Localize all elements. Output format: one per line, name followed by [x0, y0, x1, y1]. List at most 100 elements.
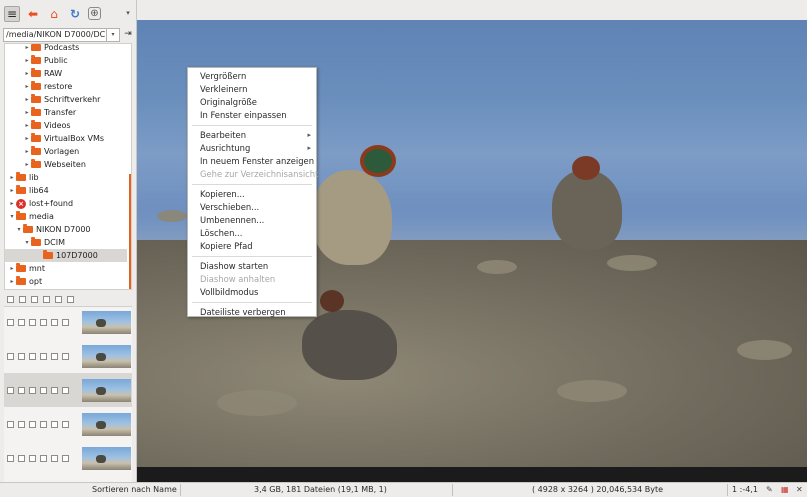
file-checkbox[interactable] — [29, 318, 36, 326]
file-checkbox[interactable] — [40, 352, 47, 360]
file-checkbox[interactable] — [29, 386, 36, 394]
image-thumbnail[interactable] — [82, 311, 131, 334]
file-checkbox[interactable] — [51, 386, 58, 394]
file-checkbox[interactable] — [18, 318, 25, 326]
menu-item[interactable]: In neuem Fenster anzeigen — [188, 155, 316, 168]
menu-item[interactable]: Kopiere Pfad — [188, 240, 316, 253]
file-checkbox[interactable] — [62, 386, 69, 394]
column-checkbox[interactable] — [67, 295, 74, 303]
menu-item[interactable]: Kopieren... — [188, 188, 316, 201]
tree-item[interactable]: ▸ RAW — [23, 67, 62, 80]
file-checkbox[interactable] — [51, 454, 58, 462]
tree-scrollbar[interactable] — [129, 174, 131, 289]
collapse-icon[interactable]: ▾ — [15, 226, 23, 233]
path-input[interactable]: /media/NIKON D7000/DC — [3, 28, 107, 42]
image-thumbnail[interactable] — [82, 345, 131, 368]
color-icon[interactable]: ▦ — [781, 483, 789, 497]
column-checkbox[interactable] — [43, 295, 50, 303]
menu-item[interactable]: Originalgröße — [188, 96, 316, 109]
expand-icon[interactable]: ▸ — [23, 135, 31, 142]
tree-item[interactable]: ▾ NIKON D7000 — [15, 223, 91, 236]
file-checkbox[interactable] — [40, 318, 47, 326]
image-thumbnail[interactable] — [82, 379, 131, 402]
file-checkbox[interactable] — [51, 420, 58, 428]
tree-item[interactable]: ▸ restore — [23, 80, 72, 93]
menu-item[interactable]: Dateiliste verbergen — [188, 306, 316, 319]
path-dropdown-icon[interactable]: ▾ — [107, 28, 120, 42]
file-checkbox[interactable] — [62, 352, 69, 360]
tree-item[interactable]: ▸ Videos — [23, 119, 71, 132]
image-thumbnail[interactable] — [82, 447, 131, 470]
menu-dropdown-icon[interactable]: ▾ — [120, 6, 136, 22]
reload-icon[interactable]: ↻ — [67, 6, 83, 22]
menu-item[interactable]: Umbenennen... — [188, 214, 316, 227]
expand-icon[interactable]: ▸ — [23, 148, 31, 155]
expand-icon[interactable]: ▸ — [23, 122, 31, 129]
tree-item[interactable]: ▸ mnt — [8, 262, 45, 275]
pick-icon[interactable]: ✎ — [766, 483, 773, 497]
menu-item[interactable]: Ausrichtung ▸ — [188, 142, 316, 155]
expand-icon[interactable]: ▸ — [23, 57, 31, 64]
close-icon[interactable]: ✕ — [796, 483, 803, 497]
expand-icon[interactable]: ▸ — [23, 161, 31, 168]
file-checkbox[interactable] — [18, 386, 25, 394]
sort-button[interactable]: Sortieren nach Name — [92, 483, 177, 497]
file-checkbox[interactable] — [62, 318, 69, 326]
collapse-icon[interactable]: ▾ — [23, 239, 31, 246]
file-checkbox[interactable] — [7, 420, 14, 428]
file-list[interactable] — [4, 306, 132, 482]
expand-icon[interactable]: ▸ — [8, 174, 16, 181]
file-checkbox[interactable] — [51, 352, 58, 360]
file-checkbox[interactable] — [29, 352, 36, 360]
list-view-icon[interactable]: ≡ — [4, 5, 20, 22]
path-go-icon[interactable]: ⇥ — [122, 28, 134, 42]
file-checkbox[interactable] — [18, 454, 25, 462]
file-checkbox[interactable] — [40, 386, 47, 394]
menu-item[interactable]: Bearbeiten ▸ — [188, 129, 316, 142]
file-checkbox[interactable] — [18, 420, 25, 428]
tree-item[interactable]: ▸ VirtualBox VMs — [23, 132, 104, 145]
file-row[interactable] — [4, 373, 132, 407]
tree-item[interactable]: ▸ lib — [8, 171, 39, 184]
expand-icon[interactable]: ▸ — [8, 265, 16, 272]
tree-item[interactable]: 107D7000 — [5, 249, 127, 262]
tree-item[interactable]: ▸ Transfer — [23, 106, 76, 119]
file-checkbox[interactable] — [7, 318, 14, 326]
expand-icon[interactable]: ▸ — [8, 200, 16, 207]
file-row[interactable] — [4, 441, 132, 475]
menu-item[interactable]: Diashow starten — [188, 260, 316, 273]
menu-item[interactable]: Vollbildmodus — [188, 286, 316, 299]
file-checkbox[interactable] — [40, 454, 47, 462]
tree-item[interactable]: ▸ Vorlagen — [23, 145, 79, 158]
tree-item[interactable]: ▸ lib64 — [8, 184, 49, 197]
column-checkbox[interactable] — [55, 295, 62, 303]
tree-item[interactable]: ▸ Public — [23, 54, 68, 67]
tree-item[interactable]: ▸ opt — [8, 275, 42, 288]
tree-item[interactable]: ▸ Webseiten — [23, 158, 86, 171]
expand-icon[interactable]: ▸ — [23, 44, 31, 51]
home-icon[interactable]: ⌂ — [46, 6, 62, 22]
tree-item[interactable]: ▸ Schriftverkehr — [23, 93, 100, 106]
file-checkbox[interactable] — [7, 454, 14, 462]
tree-item[interactable]: ▾ media — [8, 210, 54, 223]
file-checkbox[interactable] — [29, 454, 36, 462]
collapse-icon[interactable]: ▾ — [8, 213, 16, 220]
file-checkbox[interactable] — [7, 352, 14, 360]
menu-item[interactable]: Verkleinern — [188, 83, 316, 96]
file-checkbox[interactable] — [62, 454, 69, 462]
column-checkbox[interactable] — [7, 295, 14, 303]
file-checkbox[interactable] — [18, 352, 25, 360]
file-checkbox[interactable] — [62, 420, 69, 428]
expand-icon[interactable]: ▸ — [8, 187, 16, 194]
image-thumbnail[interactable] — [82, 413, 131, 436]
column-checkbox[interactable] — [31, 295, 38, 303]
file-checkbox[interactable] — [29, 420, 36, 428]
menu-item[interactable]: Vergrößern — [188, 70, 316, 83]
file-checkbox[interactable] — [7, 386, 14, 394]
expand-icon[interactable]: ▸ — [23, 96, 31, 103]
file-row[interactable] — [4, 307, 132, 339]
menu-item[interactable]: Löschen... — [188, 227, 316, 240]
filter-icon[interactable]: ⊕ — [88, 7, 101, 20]
back-arrow-icon[interactable]: ⬅ — [25, 6, 41, 22]
menu-item[interactable]: In Fenster einpassen — [188, 109, 316, 122]
